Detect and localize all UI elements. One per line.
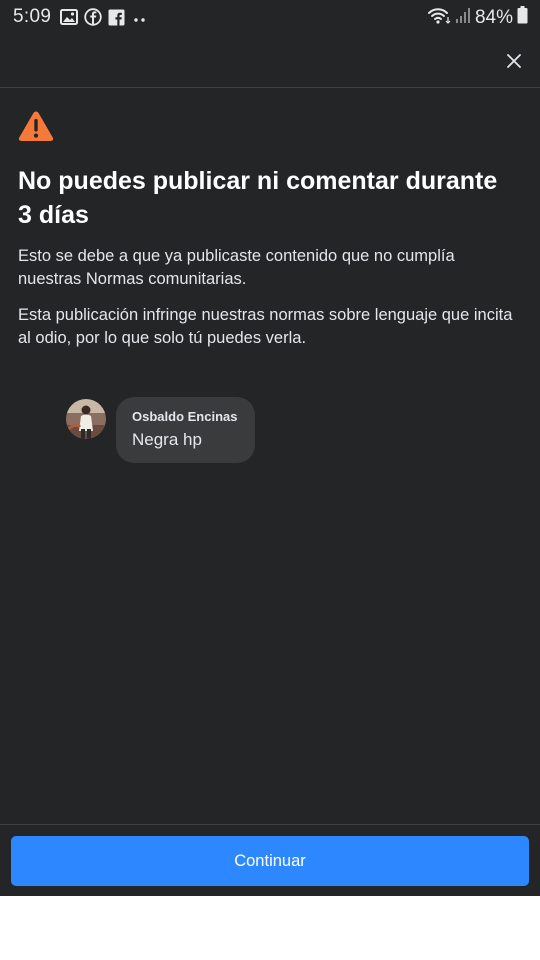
facebook-circle-icon xyxy=(84,8,102,31)
comment-author: Osbaldo Encinas xyxy=(132,409,238,424)
gallery-icon xyxy=(60,9,78,30)
signal-icon xyxy=(455,6,471,29)
notice-reason: Esto se debe a que ya publicaste conteni… xyxy=(18,247,455,288)
battery-icon xyxy=(517,6,528,29)
wifi-icon xyxy=(427,5,451,30)
notice-detail: Esta publicación infringe nuestras norma… xyxy=(18,306,513,347)
status-notification-icons xyxy=(60,8,149,31)
status-right: 84% xyxy=(427,5,528,30)
continue-button[interactable]: Continuar xyxy=(11,836,529,886)
close-button[interactable] xyxy=(502,49,526,73)
top-nav xyxy=(0,34,540,88)
status-bar: 5:09 84% xyxy=(0,0,540,34)
battery-percentage: 84% xyxy=(474,6,513,28)
comment-bubble: Osbaldo Encinas Negra hp xyxy=(116,397,256,463)
more-dots-icon xyxy=(131,11,149,29)
comment-text: Negra hp xyxy=(132,430,202,449)
facebook-square-icon xyxy=(108,9,125,31)
screen: 5:09 84% No puedes publicar ni comentar … xyxy=(0,0,540,896)
status-time: 5:09 xyxy=(13,6,52,27)
notice-title: No puedes publicar ni comentar durante 3… xyxy=(18,167,498,229)
warning-icon xyxy=(18,110,518,142)
divider xyxy=(0,824,540,825)
continue-button-label: Continuar xyxy=(234,851,306,870)
avatar xyxy=(66,399,106,439)
comment-preview: Osbaldo Encinas Negra hp xyxy=(66,397,256,463)
close-icon xyxy=(507,54,521,68)
notice-content: No puedes publicar ni comentar durante 3… xyxy=(18,110,518,350)
